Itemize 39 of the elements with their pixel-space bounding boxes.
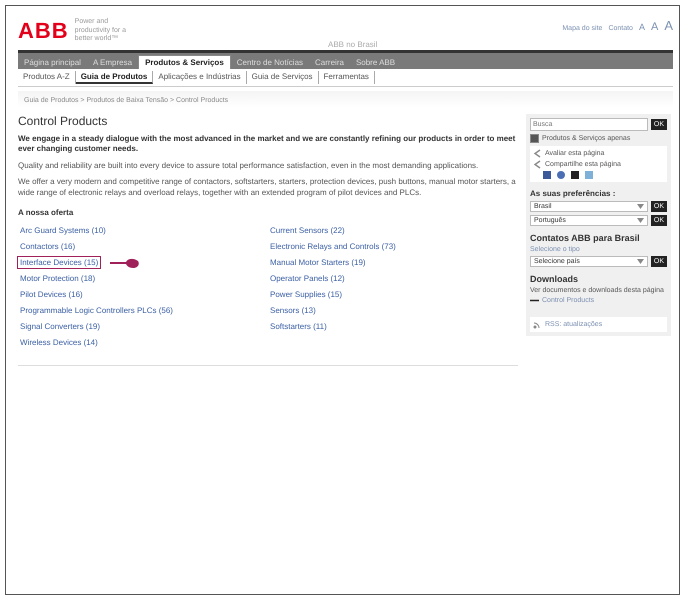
nav-tab[interactable]: Produtos & Serviços	[138, 55, 231, 69]
checkbox[interactable]	[530, 134, 539, 143]
subnav-tab[interactable]: Produtos A-Z	[18, 71, 76, 84]
offer-heading: A nossa oferta	[18, 208, 74, 217]
product-link[interactable]: Pilot Devices (16)	[18, 289, 85, 300]
font-size-button[interactable]: A	[650, 21, 658, 33]
product-link[interactable]: Electronic Relays and Controls (73)	[268, 241, 398, 252]
product-link[interactable]: Operator Panels (12)	[268, 273, 347, 284]
product-link[interactable]: Power Supplies (15)	[268, 289, 344, 300]
product-link[interactable]: Interface Devices (15)	[18, 257, 100, 268]
product-link[interactable]: Contactors (16)	[18, 241, 78, 252]
product-link[interactable]: Sensors (13)	[268, 305, 318, 316]
page-title: Control Products	[18, 114, 108, 128]
subnav-tab[interactable]: Guia de Produtos	[76, 71, 154, 84]
site-name: ABB no Brasil	[328, 40, 378, 49]
font-size-button[interactable]: A	[664, 18, 673, 33]
subnav-tab[interactable]: Ferramentas	[318, 71, 375, 84]
caret-icon	[636, 204, 644, 209]
paragraph: Quality and reliability are built into every device to assure total performance satisfaction, even in the most demanding applications.	[18, 160, 480, 172]
paragraph: We offer a very modern and competitive range of contactors, softstarters, starters, protection devices, push buttons, manual motor starters, a wide range of electronic relays and overload relays, together with an extended program of pilot devices and PLCs.	[18, 177, 517, 198]
product-link[interactable]: Programmable Logic Controllers PLCs (56)	[18, 305, 175, 316]
subnav-tab[interactable]: Guia de Serviços	[246, 71, 319, 84]
rss-icon	[533, 320, 542, 329]
contacts-heading: Contatos ABB para Brasil	[530, 233, 641, 243]
preferences-heading: As suas preferências :	[530, 189, 616, 198]
product-link[interactable]: Softstarters (11)	[268, 321, 329, 332]
product-link[interactable]: Wireless Devices (14)	[18, 337, 100, 348]
product-link[interactable]: Arc Guard Systems (10)	[18, 225, 108, 236]
intro-paragraph: We engage in a steady dialogue with the most advanced in the market and we are constantly refining our products in order to meet ever changing customer needs.	[18, 134, 516, 155]
caret-icon	[636, 218, 644, 223]
font-size-button[interactable]: A	[638, 22, 645, 32]
caret-icon	[636, 259, 644, 264]
company-logo[interactable]: ABB	[18, 18, 69, 44]
subnav-tab[interactable]: Aplicações e Indústrias	[153, 71, 247, 84]
product-link[interactable]: Manual Motor Starters (19)	[268, 257, 368, 268]
product-link[interactable]: Current Sensors (22)	[268, 225, 347, 236]
downloads-heading: Downloads	[530, 274, 580, 284]
product-link[interactable]: Signal Converters (19)	[18, 321, 102, 332]
product-link[interactable]: Motor Protection (18)	[18, 273, 98, 284]
